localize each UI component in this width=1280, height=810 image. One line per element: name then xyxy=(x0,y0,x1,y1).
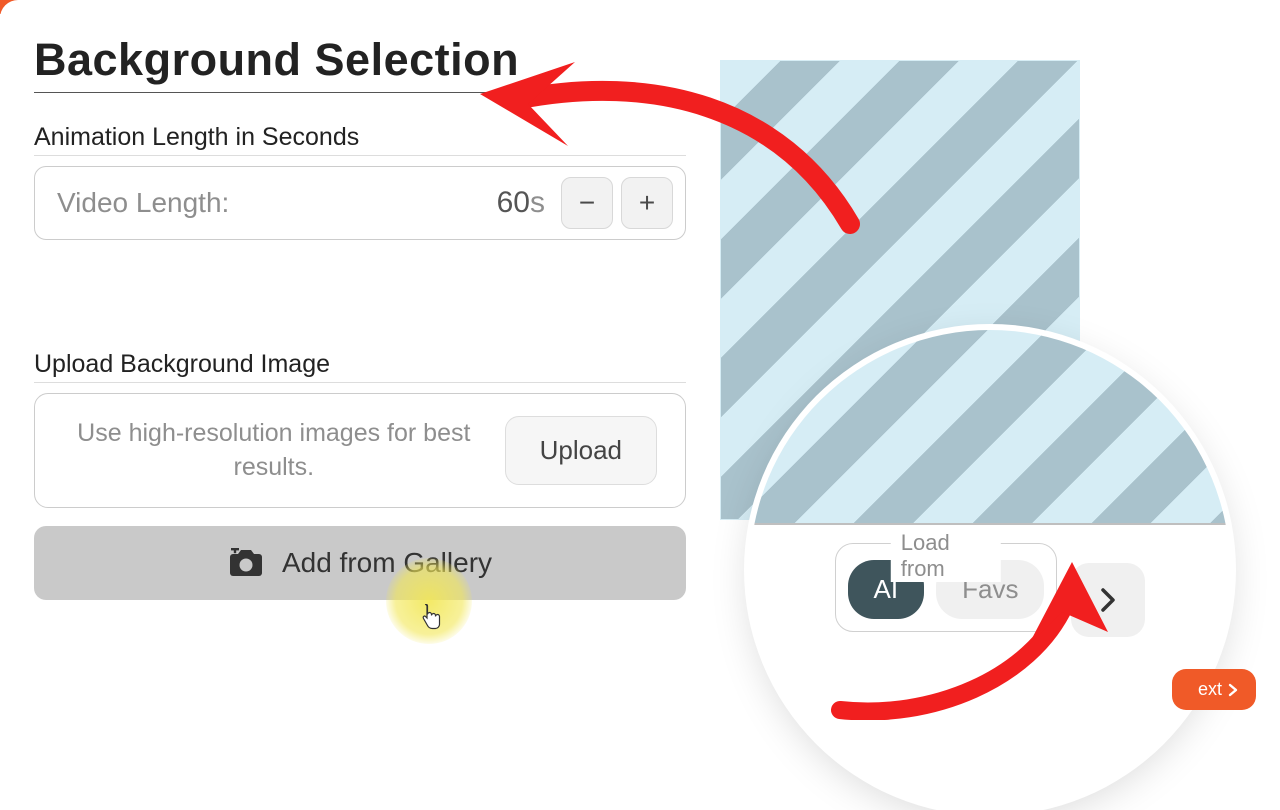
add-from-gallery-button[interactable]: Add from Gallery xyxy=(34,526,686,600)
upload-box: Use high-resolution images for best resu… xyxy=(34,393,686,508)
load-from-group: Load from AI Favs xyxy=(835,543,1058,632)
load-from-legend: Load from xyxy=(891,530,1001,582)
video-length-unit: s xyxy=(530,186,545,219)
panel-title: Background Selection xyxy=(34,34,686,93)
video-length-row: Video Length: 60s − + xyxy=(34,166,686,240)
lens-controls: Load from AI Favs xyxy=(750,525,1230,810)
decrease-length-button[interactable]: − xyxy=(561,177,613,229)
gallery-button-label: Add from Gallery xyxy=(282,547,492,579)
next-button[interactable]: ext xyxy=(1172,669,1256,710)
video-length-number: 60 xyxy=(497,186,530,219)
next-page-button[interactable] xyxy=(1071,563,1145,637)
upload-hint: Use high-resolution images for best resu… xyxy=(63,417,485,485)
zoom-lens: Load from AI Favs xyxy=(750,330,1230,810)
upload-button[interactable]: Upload xyxy=(505,416,657,485)
increase-length-button[interactable]: + xyxy=(621,177,673,229)
video-length-value: 60s xyxy=(497,186,545,220)
next-button-label: ext xyxy=(1198,679,1222,700)
chevron-right-icon xyxy=(1099,586,1117,614)
camera-plus-icon xyxy=(228,548,264,578)
chevron-right-icon xyxy=(1228,683,1238,697)
plus-icon: + xyxy=(639,187,655,219)
minus-icon: − xyxy=(579,187,595,219)
animation-length-label: Animation Length in Seconds xyxy=(34,123,686,156)
background-selection-panel: Background Selection Animation Length in… xyxy=(0,0,720,720)
lens-preview-stripes xyxy=(750,330,1230,525)
video-length-field-label: Video Length: xyxy=(57,187,489,219)
upload-section-label: Upload Background Image xyxy=(34,350,686,383)
